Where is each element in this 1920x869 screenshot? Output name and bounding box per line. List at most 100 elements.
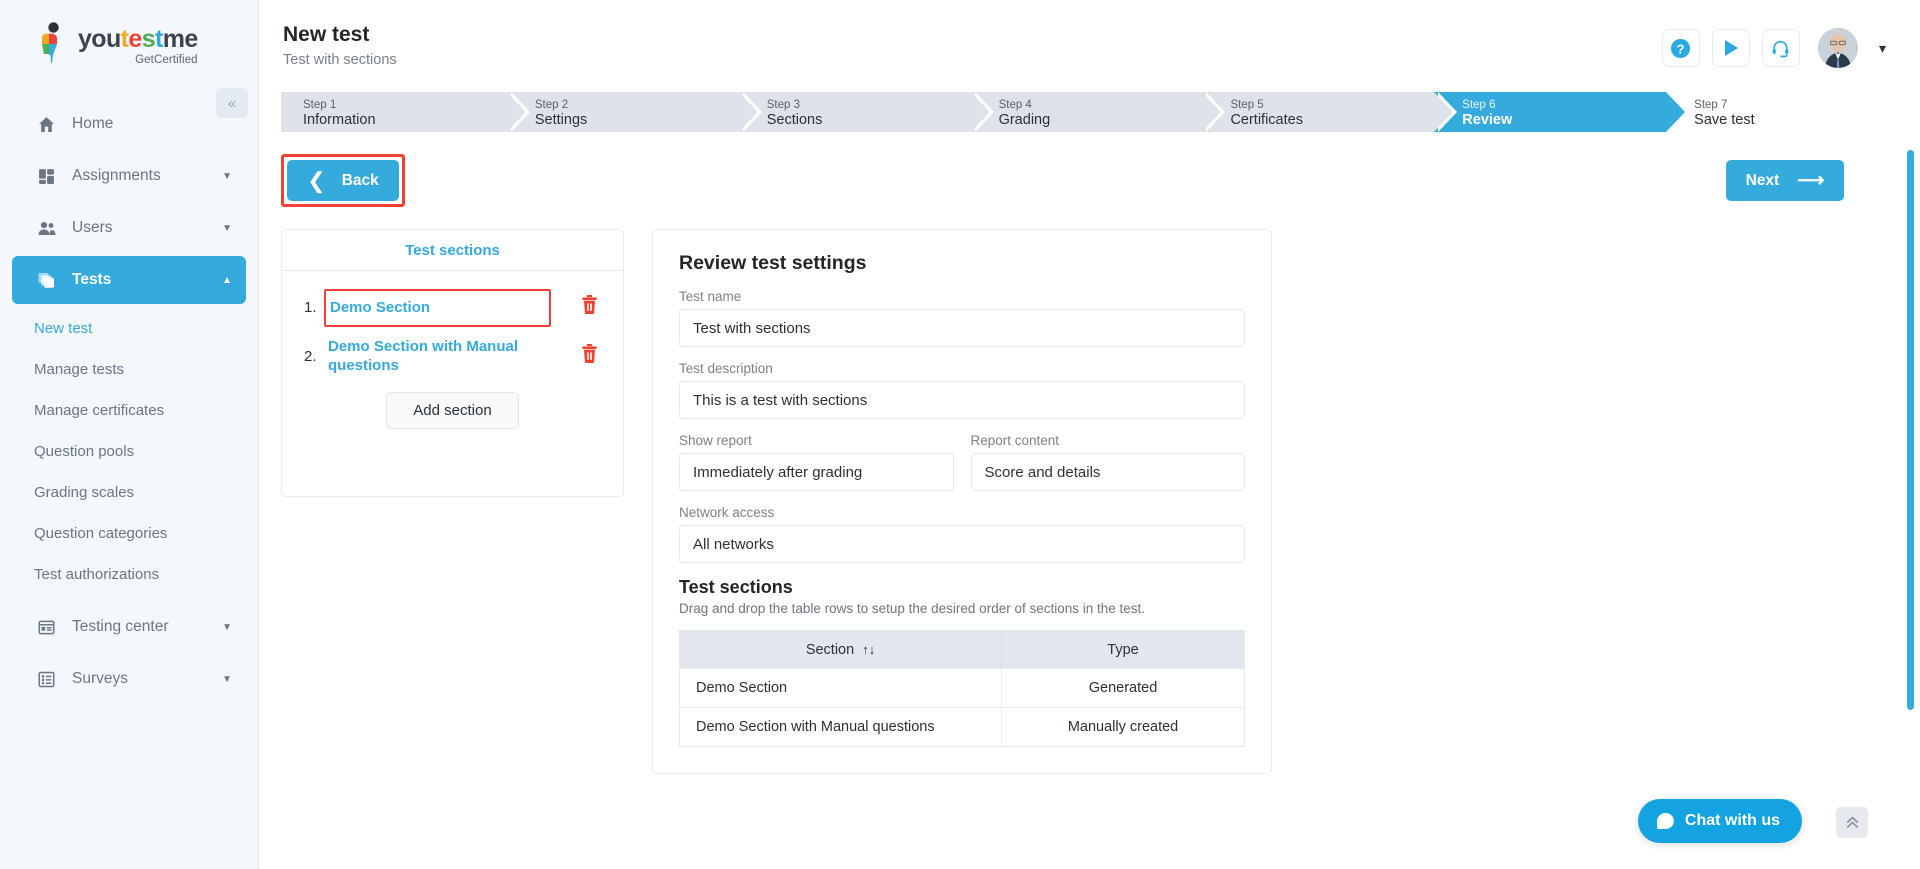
sidebar-subitem-label: Manage tests bbox=[34, 361, 125, 378]
play-button[interactable] bbox=[1711, 29, 1750, 67]
cell-type: Generated bbox=[1001, 668, 1245, 708]
chevron-down-icon[interactable]: ▾ bbox=[1879, 40, 1886, 57]
sidebar-subitem-question-pools[interactable]: Question pools bbox=[0, 431, 258, 472]
step-name: Settings bbox=[534, 111, 588, 128]
sidebar-item-tests[interactable]: Tests ▲ bbox=[12, 256, 246, 304]
section-link[interactable]: Demo Section bbox=[324, 289, 551, 327]
chat-with-us-button[interactable]: Chat with us bbox=[1637, 799, 1802, 843]
add-section-button[interactable]: Add section bbox=[386, 391, 519, 429]
column-header-label: Section bbox=[805, 641, 855, 658]
step-number: Step 2 bbox=[534, 98, 569, 111]
review-panel-title: Review test settings bbox=[679, 252, 867, 274]
step-number: Step 4 bbox=[998, 98, 1032, 111]
wizard-step-6[interactable]: Step 6 Review bbox=[1434, 92, 1690, 132]
testing-center-icon bbox=[38, 619, 64, 636]
step-number: Step 1 bbox=[303, 98, 337, 111]
column-header-section[interactable]: Section ↑↓ bbox=[679, 630, 1003, 669]
sidebar-subitem-question-categories[interactable]: Question categories bbox=[0, 513, 258, 554]
page-subtitle: Test with sections bbox=[283, 52, 397, 69]
brand-logo[interactable]: youtestme GetCertified bbox=[0, 0, 258, 78]
sidebar-subitem-label: Test authorizations bbox=[34, 566, 160, 583]
section-index: 2. bbox=[304, 347, 317, 365]
sections-table: Section ↑↓ Type Demo Section Generated D… bbox=[679, 630, 1245, 747]
test-description-field[interactable]: This is a test with sections bbox=[679, 381, 1245, 419]
back-button[interactable]: ❮ Back bbox=[287, 160, 399, 201]
sidebar-subitem-label: Question categories bbox=[34, 525, 168, 542]
support-headset-button[interactable] bbox=[1761, 29, 1800, 67]
test-sections-panel-title: Test sections bbox=[282, 230, 623, 271]
section-list-item[interactable]: 2. Demo Section with Manual questions bbox=[304, 337, 601, 376]
chevron-down-icon[interactable]: ▼ bbox=[222, 622, 232, 633]
sidebar-item-surveys[interactable]: Surveys ▼ bbox=[12, 655, 246, 703]
section-list-item[interactable]: 1. Demo Section bbox=[304, 289, 601, 327]
avatar[interactable] bbox=[1817, 28, 1858, 68]
report-content-field[interactable]: Score and details bbox=[970, 453, 1245, 491]
chevron-up-icon[interactable]: ▲ bbox=[222, 275, 232, 286]
assignments-icon bbox=[38, 168, 64, 185]
back-button-highlight: ❮ Back bbox=[281, 154, 405, 207]
table-row[interactable]: Demo Section with Manual questions Manua… bbox=[679, 707, 1245, 747]
trash-icon[interactable] bbox=[577, 295, 601, 320]
section-link[interactable]: Demo Section with Manual questions bbox=[328, 337, 551, 376]
chat-label: Chat with us bbox=[1684, 812, 1780, 829]
sidebar-item-label: Surveys bbox=[72, 670, 128, 687]
sidebar-item-users[interactable]: Users ▼ bbox=[12, 204, 246, 252]
chevron-down-icon[interactable]: ▼ bbox=[222, 674, 232, 685]
wizard-step-4[interactable]: Step 4 Grading bbox=[970, 92, 1226, 132]
next-button[interactable]: Next ⟶ bbox=[1726, 160, 1844, 201]
review-sections-heading: Test sections bbox=[679, 577, 793, 597]
column-header-type[interactable]: Type bbox=[1001, 630, 1245, 669]
page-heading-block: New test Test with sections bbox=[283, 22, 397, 68]
sidebar-subitem-label: Question pools bbox=[34, 443, 135, 460]
test-name-field[interactable]: Test with sections bbox=[679, 309, 1245, 347]
topbar-actions: ? ▾ bbox=[1661, 28, 1886, 68]
sidebar-nav: Home Assignments ▼ Users ▼ Tests ▲ New t… bbox=[0, 100, 258, 703]
sidebar-subitem-new-test[interactable]: New test bbox=[0, 308, 258, 349]
report-content-label: Report content bbox=[970, 433, 1060, 448]
sidebar-subitem-manage-certificates[interactable]: Manage certificates bbox=[0, 390, 258, 431]
sidebar-item-home[interactable]: Home bbox=[12, 100, 246, 148]
chevron-down-icon[interactable]: ▼ bbox=[222, 223, 232, 234]
content-area: Test sections 1. Demo Section 2. Demo Se… bbox=[259, 207, 1920, 774]
sidebar-subitem-label: Grading scales bbox=[34, 484, 135, 501]
topbar: New test Test with sections ? ▾ bbox=[259, 0, 1920, 92]
wizard-step-3[interactable]: Step 3 Sections bbox=[738, 92, 994, 132]
table-row[interactable]: Demo Section Generated bbox=[679, 668, 1245, 708]
sidebar-subitem-manage-tests[interactable]: Manage tests bbox=[0, 349, 258, 390]
help-button[interactable]: ? bbox=[1661, 29, 1700, 67]
cell-section: Demo Section with Manual questions bbox=[679, 707, 1003, 747]
cell-type: Manually created bbox=[1001, 707, 1245, 747]
scrollbar-thumb[interactable] bbox=[1907, 150, 1914, 710]
table-header-row: Section ↑↓ Type bbox=[679, 630, 1245, 669]
step-number: Step 7 bbox=[1694, 98, 1728, 111]
home-icon bbox=[38, 116, 64, 133]
network-access-field[interactable]: All networks bbox=[679, 525, 1245, 563]
step-number: Step 5 bbox=[1230, 98, 1264, 111]
sidebar: youtestme GetCertified « Home Assignment… bbox=[0, 0, 259, 869]
tests-icon bbox=[38, 272, 64, 289]
wizard-step-7[interactable]: Step 7 Save test bbox=[1666, 92, 1899, 132]
scroll-to-top-button[interactable] bbox=[1836, 807, 1868, 838]
sidebar-subitem-test-authorizations[interactable]: Test authorizations bbox=[0, 554, 258, 595]
wizard-step-1[interactable]: Step 1 Information bbox=[281, 92, 530, 132]
wizard-step-5[interactable]: Step 5 Certificates bbox=[1202, 92, 1458, 132]
sidebar-item-testing-center[interactable]: Testing center ▼ bbox=[12, 603, 246, 651]
wizard-step-2[interactable]: Step 2 Settings bbox=[506, 92, 762, 132]
arrow-right-icon: ⟶ bbox=[1797, 170, 1825, 191]
chevron-down-icon[interactable]: ▼ bbox=[222, 171, 232, 182]
sidebar-subitem-grading-scales[interactable]: Grading scales bbox=[0, 472, 258, 513]
svg-text:?: ? bbox=[1677, 41, 1685, 56]
sort-icon[interactable]: ↑↓ bbox=[862, 642, 875, 657]
trash-icon[interactable] bbox=[577, 343, 601, 369]
sidebar-item-label: Assignments bbox=[72, 167, 161, 184]
youtestme-logo-icon bbox=[36, 22, 70, 63]
chevron-left-icon: ❮ bbox=[307, 167, 326, 193]
show-report-field[interactable]: Immediately after grading bbox=[679, 453, 954, 491]
test-sections-list: 1. Demo Section 2. Demo Section with Man… bbox=[282, 271, 623, 429]
brand-tagline: GetCertified bbox=[135, 54, 198, 66]
surveys-icon bbox=[38, 671, 64, 688]
sidebar-item-assignments[interactable]: Assignments ▼ bbox=[12, 152, 246, 200]
step-name: Review bbox=[1462, 111, 1513, 128]
sidebar-item-label: Home bbox=[72, 115, 114, 132]
wizard-navigation: ❮ Back Next ⟶ bbox=[259, 132, 1920, 207]
